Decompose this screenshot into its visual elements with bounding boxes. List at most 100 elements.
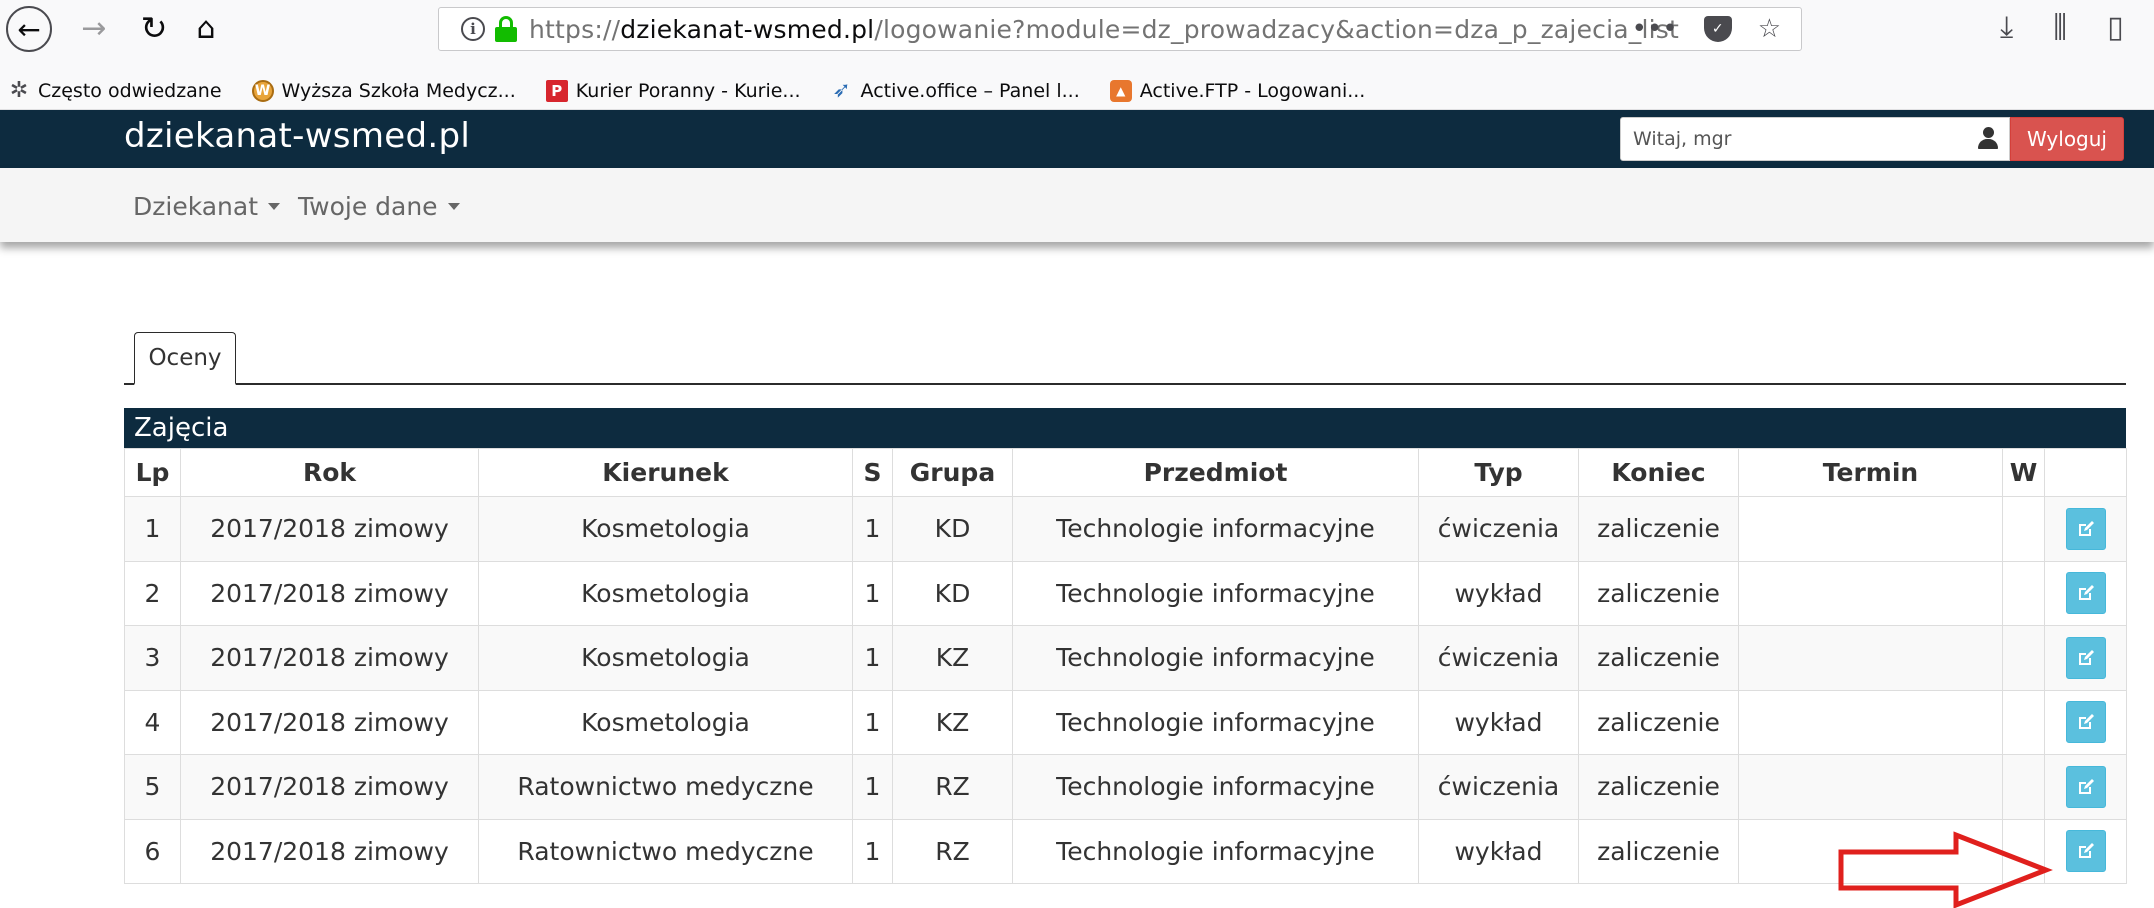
edit-button[interactable] xyxy=(2065,765,2106,808)
cell-grupa: RZ xyxy=(892,818,1013,884)
column-header: Rok xyxy=(180,448,479,497)
cell-typ: ćwiczenia xyxy=(1418,754,1579,820)
cell-w xyxy=(2002,496,2045,562)
cell-termin xyxy=(1738,496,2003,562)
column-header: Kierunek xyxy=(478,448,853,497)
bookmark-item[interactable]: P Kurier Poranny - Kurie... xyxy=(545,79,801,102)
cell-s: 1 xyxy=(852,689,893,755)
url-bar[interactable]: i https://dziekanat-wsmed.pl/logowanie?m… xyxy=(438,7,1802,51)
cell-grupa: KZ xyxy=(892,625,1013,691)
menu-twoje-dane[interactable]: Twoje dane xyxy=(298,192,460,221)
bookmark-label: Często odwiedzane xyxy=(38,79,222,102)
edit-icon xyxy=(2078,520,2094,536)
cell-typ: wykład xyxy=(1418,689,1579,755)
column-header: Termin xyxy=(1738,448,2003,497)
active-ftp-icon: ▲ xyxy=(1109,79,1132,102)
edit-icon xyxy=(2078,585,2094,601)
cell-przedmiot: Technologie informacyjne xyxy=(1012,754,1419,820)
column-header: Lp xyxy=(124,448,181,497)
reload-icon[interactable]: ↻ xyxy=(134,8,174,48)
cell-typ: wykład xyxy=(1418,818,1579,884)
cell-kierunek: Kosmetologia xyxy=(478,560,853,626)
browser-right-tools: ⤓ ⫼ ▯ xyxy=(2000,10,2124,45)
tabs-baseline xyxy=(124,383,2126,385)
menu-dziekanat[interactable]: Dziekanat xyxy=(133,192,281,221)
cell-termin xyxy=(1738,625,2003,691)
edit-button[interactable] xyxy=(2065,572,2106,615)
site-info-icon[interactable]: i xyxy=(461,17,485,41)
cell-koniec: zaliczenie xyxy=(1578,496,1739,562)
forward-arrow-icon[interactable]: → xyxy=(76,8,112,48)
edit-button[interactable] xyxy=(2065,507,2106,550)
welcome-label: Witaj, mgr xyxy=(1633,128,1732,150)
cell-actions xyxy=(2044,818,2127,884)
user-name-redacted xyxy=(1737,129,1978,149)
url-text[interactable]: https://dziekanat-wsmed.pl/logowanie?mod… xyxy=(529,15,1679,44)
cell-s: 1 xyxy=(852,560,893,626)
cell-koniec: zaliczenie xyxy=(1578,625,1739,691)
cell-kierunek: Ratownictwo medyczne xyxy=(478,754,853,820)
bookmark-item[interactable]: ▲ Active.FTP - Logowani... xyxy=(1109,79,1365,102)
tab-oceny[interactable]: Oceny xyxy=(134,332,236,385)
user-icon xyxy=(1977,127,1999,151)
sidebar-icon[interactable]: ▯ xyxy=(2107,10,2124,45)
browser-toolbar: ← → ↻ ⌂ i https://dziekanat-wsmed.pl/log… xyxy=(0,0,2154,72)
column-header: Typ xyxy=(1418,448,1579,497)
table-row: 5 2017/2018 zimowy Ratownictwo medyczne … xyxy=(124,754,2127,820)
cell-lp: 6 xyxy=(124,818,181,884)
url-path: /logowanie?module=dz_prowadzacy&action=d… xyxy=(874,14,1679,44)
edit-button[interactable] xyxy=(2065,830,2106,873)
download-icon[interactable]: ⤓ xyxy=(2000,10,2013,45)
cell-rok: 2017/2018 zimowy xyxy=(180,496,479,562)
active-office-icon: ➶ xyxy=(832,78,851,103)
lock-icon[interactable] xyxy=(495,16,517,42)
cell-lp: 1 xyxy=(124,496,181,562)
cell-actions xyxy=(2044,560,2127,626)
edit-icon xyxy=(2078,843,2094,859)
caret-down-icon xyxy=(268,203,281,210)
cell-kierunek: Ratownictwo medyczne xyxy=(478,818,853,884)
back-arrow-icon[interactable]: ← xyxy=(6,6,52,52)
bookmark-item[interactable]: ✲ Często odwiedzane xyxy=(8,78,222,103)
library-icon[interactable]: ⫼ xyxy=(2053,10,2067,45)
cell-koniec: zaliczenie xyxy=(1578,560,1739,626)
cell-actions xyxy=(2044,496,2127,562)
column-header: Koniec xyxy=(1578,448,1739,497)
edit-icon xyxy=(2078,649,2094,665)
edit-button[interactable] xyxy=(2065,636,2106,679)
cell-przedmiot: Technologie informacyjne xyxy=(1012,496,1419,562)
bookmarks-bar: ✲ Często odwiedzane W Wyższa Szkoła Medycz… xyxy=(0,72,2154,110)
kurier-icon: P xyxy=(545,79,568,102)
column-header: Grupa xyxy=(892,448,1013,497)
wsm-logo-icon: W xyxy=(251,79,274,102)
cell-grupa: KZ xyxy=(892,689,1013,755)
table-row: 4 2017/2018 zimowy Kosmetologia 1 KZ Tec… xyxy=(124,689,2127,755)
bookmark-label: Kurier Poranny - Kurie... xyxy=(575,79,801,102)
page-actions-icon[interactable]: ••• xyxy=(1632,14,1678,44)
cell-przedmiot: Technologie informacyjne xyxy=(1012,818,1419,884)
edit-icon xyxy=(2078,714,2094,730)
bookmark-star-icon[interactable]: ☆ xyxy=(1758,14,1781,44)
panel-title: Zajęcia xyxy=(124,408,2126,448)
gear-icon: ✲ xyxy=(9,78,29,103)
pocket-icon[interactable]: ✓ xyxy=(1703,16,1732,42)
menu-label: Dziekanat xyxy=(133,192,259,221)
cell-s: 1 xyxy=(852,754,893,820)
bookmark-label: Wyższa Szkoła Medycz... xyxy=(281,79,516,102)
cell-rok: 2017/2018 zimowy xyxy=(180,560,479,626)
cell-s: 1 xyxy=(852,818,893,884)
cell-grupa: RZ xyxy=(892,754,1013,820)
logout-button[interactable]: Wyloguj xyxy=(2010,117,2124,161)
edit-button[interactable] xyxy=(2065,701,2106,744)
cell-kierunek: Kosmetologia xyxy=(478,689,853,755)
bookmark-item[interactable]: W Wyższa Szkoła Medycz... xyxy=(251,79,516,102)
cell-przedmiot: Technologie informacyjne xyxy=(1012,689,1419,755)
cell-lp: 5 xyxy=(124,754,181,820)
edit-icon xyxy=(2078,778,2094,794)
welcome-box: Witaj, mgr xyxy=(1620,117,2010,161)
bookmark-item[interactable]: ➶ Active.office – Panel l... xyxy=(831,78,1079,103)
cell-typ: wykład xyxy=(1418,560,1579,626)
home-icon[interactable]: ⌂ xyxy=(186,8,226,48)
site-brand[interactable]: dziekanat-wsmed.pl xyxy=(124,116,470,156)
annotation-arrow-icon xyxy=(1838,831,2053,908)
